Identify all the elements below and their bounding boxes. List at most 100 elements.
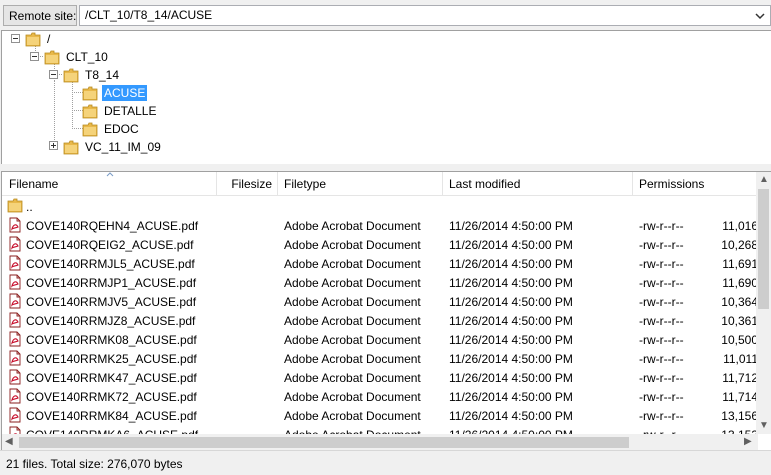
file-type: Adobe Acrobat Document: [284, 314, 421, 328]
pdf-file-icon: [9, 312, 21, 328]
file-type: Adobe Acrobat Document: [284, 219, 421, 233]
file-last-modified: 11/26/2014 4:50:00 PM: [449, 257, 573, 271]
file-name: COVE140RRMJV5_ACUSE.pdf: [26, 295, 197, 309]
column-header-last-modified[interactable]: Last modified: [443, 172, 633, 196]
pdf-file-icon: [9, 236, 21, 252]
pane-splitter[interactable]: [0, 164, 771, 171]
remote-file-list[interactable]: Filename Filesize Filetype Last modified…: [1, 171, 771, 450]
file-list-vertical-scrollbar[interactable]: ▲ ▼: [756, 172, 771, 434]
file-type: Adobe Acrobat Document: [284, 238, 421, 252]
file-row[interactable]: COVE140RRMK25_ACUSE.pdf 11,011 Adobe Acrob…: [2, 349, 758, 368]
column-header-filesize[interactable]: Filesize: [217, 172, 278, 196]
remote-directory-tree[interactable]: / CLT_10 T8_14 ACUSE DETALLE EDOC VC_11_…: [1, 30, 771, 164]
collapse-root-icon[interactable]: [11, 34, 20, 43]
folder-icon: [82, 86, 98, 101]
sort-ascending-icon: [106, 172, 114, 177]
file-permissions: -rw-r--r--: [639, 238, 684, 252]
collapse-t814-icon[interactable]: [49, 70, 58, 79]
file-list-horizontal-scrollbar[interactable]: ◀ ▶: [2, 434, 758, 450]
file-last-modified: 11/26/2014 4:50:00 PM: [449, 238, 573, 252]
remote-site-path-combo[interactable]: /CLT_10/T8_14/ACUSE: [79, 5, 771, 26]
file-name: COVE140RRMK47_ACUSE.pdf: [26, 371, 197, 385]
file-row[interactable]: COVE140RRMJV5_ACUSE.pdf 10,364 Adobe Acrob…: [2, 292, 758, 311]
file-last-modified: 11/26/2014 4:50:00 PM: [449, 352, 573, 366]
folder-icon: [7, 198, 23, 213]
column-label-permissions: Permissions: [639, 177, 705, 191]
file-type: Adobe Acrobat Document: [284, 409, 421, 423]
expand-vc11-icon[interactable]: [49, 141, 58, 150]
file-permissions: -rw-r--r--: [639, 219, 684, 233]
folder-icon: [44, 50, 60, 65]
file-row[interactable]: COVE140RRMK84_ACUSE.pdf 13,156 Adobe Acrob…: [2, 406, 758, 425]
scroll-up-icon[interactable]: ▲: [759, 174, 769, 185]
file-row[interactable]: COVE140RRMK72_ACUSE.pdf 11,714 Adobe Acrob…: [2, 387, 758, 406]
pdf-file-icon: [9, 388, 21, 404]
scroll-down-icon[interactable]: ▼: [759, 420, 769, 431]
chevron-down-icon[interactable]: [753, 9, 767, 23]
tree-label-acuse: ACUSE: [102, 85, 148, 101]
folder-open-icon: [63, 68, 79, 83]
scroll-right-icon[interactable]: ▶: [744, 436, 752, 447]
pdf-file-icon: [9, 293, 21, 309]
file-list-header: Filename Filesize Filetype Last modified…: [2, 172, 758, 196]
column-label-filename: Filename: [9, 177, 59, 191]
parent-directory-row[interactable]: ..: [2, 197, 758, 216]
file-row[interactable]: COVE140RRMJP1_ACUSE.pdf 11,690 Adobe Acrob…: [2, 273, 758, 292]
horizontal-scroll-thumb[interactable]: [19, 437, 629, 448]
file-name: COVE140RQEHN4_ACUSE.pdf: [26, 219, 199, 233]
file-row[interactable]: COVE140RRMK08_ACUSE.pdf 10,500 Adobe Acrob…: [2, 330, 758, 349]
pdf-file-icon: [9, 217, 21, 233]
file-row[interactable]: COVE140RQEHN4_ACUSE.pdf 11,016 Adobe Acrob…: [2, 216, 758, 235]
tree-label-root: /: [47, 32, 51, 46]
file-permissions: -rw-r--r--: [639, 352, 684, 366]
parent-directory-label: ..: [26, 200, 33, 214]
vertical-scroll-thumb[interactable]: [758, 189, 769, 309]
file-type: Adobe Acrobat Document: [284, 295, 421, 309]
file-last-modified: 11/26/2014 4:50:00 PM: [449, 371, 573, 385]
file-permissions: -rw-r--r--: [639, 333, 684, 347]
file-row[interactable]: COVE140RQEIG2_ACUSE.pdf 10,268 Adobe Acrob…: [2, 235, 758, 254]
status-text: 21 files. Total size: 276,070 bytes: [6, 457, 183, 471]
file-last-modified: 11/26/2014 4:50:00 PM: [449, 409, 573, 423]
file-row[interactable]: COVE140RRMK47_ACUSE.pdf 11,712 Adobe Acrob…: [2, 368, 758, 387]
column-label-filesize: Filesize: [231, 177, 272, 191]
pdf-file-icon: [9, 369, 21, 385]
file-type: Adobe Acrobat Document: [284, 276, 421, 290]
column-header-filename[interactable]: Filename: [2, 172, 217, 196]
file-permissions: -rw-r--r--: [639, 371, 684, 385]
file-name: COVE140RRMK72_ACUSE.pdf: [26, 390, 197, 404]
file-row[interactable]: COVE140RRMJL5_ACUSE.pdf 11,691 Adobe Acrob…: [2, 254, 758, 273]
file-permissions: -rw-r--r--: [639, 390, 684, 404]
file-name: COVE140RRMK84_ACUSE.pdf: [26, 409, 197, 423]
remote-site-path[interactable]: /CLT_10/T8_14/ACUSE: [85, 8, 212, 22]
collapse-clt10-icon[interactable]: [30, 52, 39, 61]
file-name: COVE140RQEIG2_ACUSE.pdf: [26, 238, 194, 252]
scroll-left-icon[interactable]: ◀: [5, 436, 13, 447]
file-name: COVE140RRMK08_ACUSE.pdf: [26, 333, 197, 347]
folder-icon: [82, 104, 98, 119]
column-header-filetype[interactable]: Filetype: [278, 172, 443, 196]
file-name: COVE140RRMK25_ACUSE.pdf: [26, 352, 197, 366]
file-type: Adobe Acrobat Document: [284, 371, 421, 385]
file-permissions: -rw-r--r--: [639, 257, 684, 271]
tree-label-clt10: CLT_10: [66, 50, 108, 64]
column-label-last-modified: Last modified: [449, 177, 521, 191]
pdf-file-icon: [9, 350, 21, 366]
file-permissions: -rw-r--r--: [639, 295, 684, 309]
file-last-modified: 11/26/2014 4:50:00 PM: [449, 295, 573, 309]
file-last-modified: 11/26/2014 4:50:00 PM: [449, 333, 573, 347]
pdf-file-icon: [9, 255, 21, 271]
file-type: Adobe Acrobat Document: [284, 333, 421, 347]
remote-site-bar: Remote site: /CLT_10/T8_14/ACUSE: [0, 0, 771, 30]
file-type: Adobe Acrobat Document: [284, 390, 421, 404]
file-row[interactable]: COVE140RRMJZ8_ACUSE.pdf 10,361 Adobe Acrob…: [2, 311, 758, 330]
file-last-modified: 11/26/2014 4:50:00 PM: [449, 219, 573, 233]
pdf-file-icon: [9, 274, 21, 290]
file-name: COVE140RRMJL5_ACUSE.pdf: [26, 257, 195, 271]
pdf-file-icon: [9, 407, 21, 423]
folder-icon: [82, 122, 98, 137]
tree-label-vc11im09: VC_11_IM_09: [85, 140, 161, 154]
file-last-modified: 11/26/2014 4:50:00 PM: [449, 390, 573, 404]
file-type: Adobe Acrobat Document: [284, 257, 421, 271]
column-header-permissions[interactable]: Permissions: [633, 172, 758, 196]
